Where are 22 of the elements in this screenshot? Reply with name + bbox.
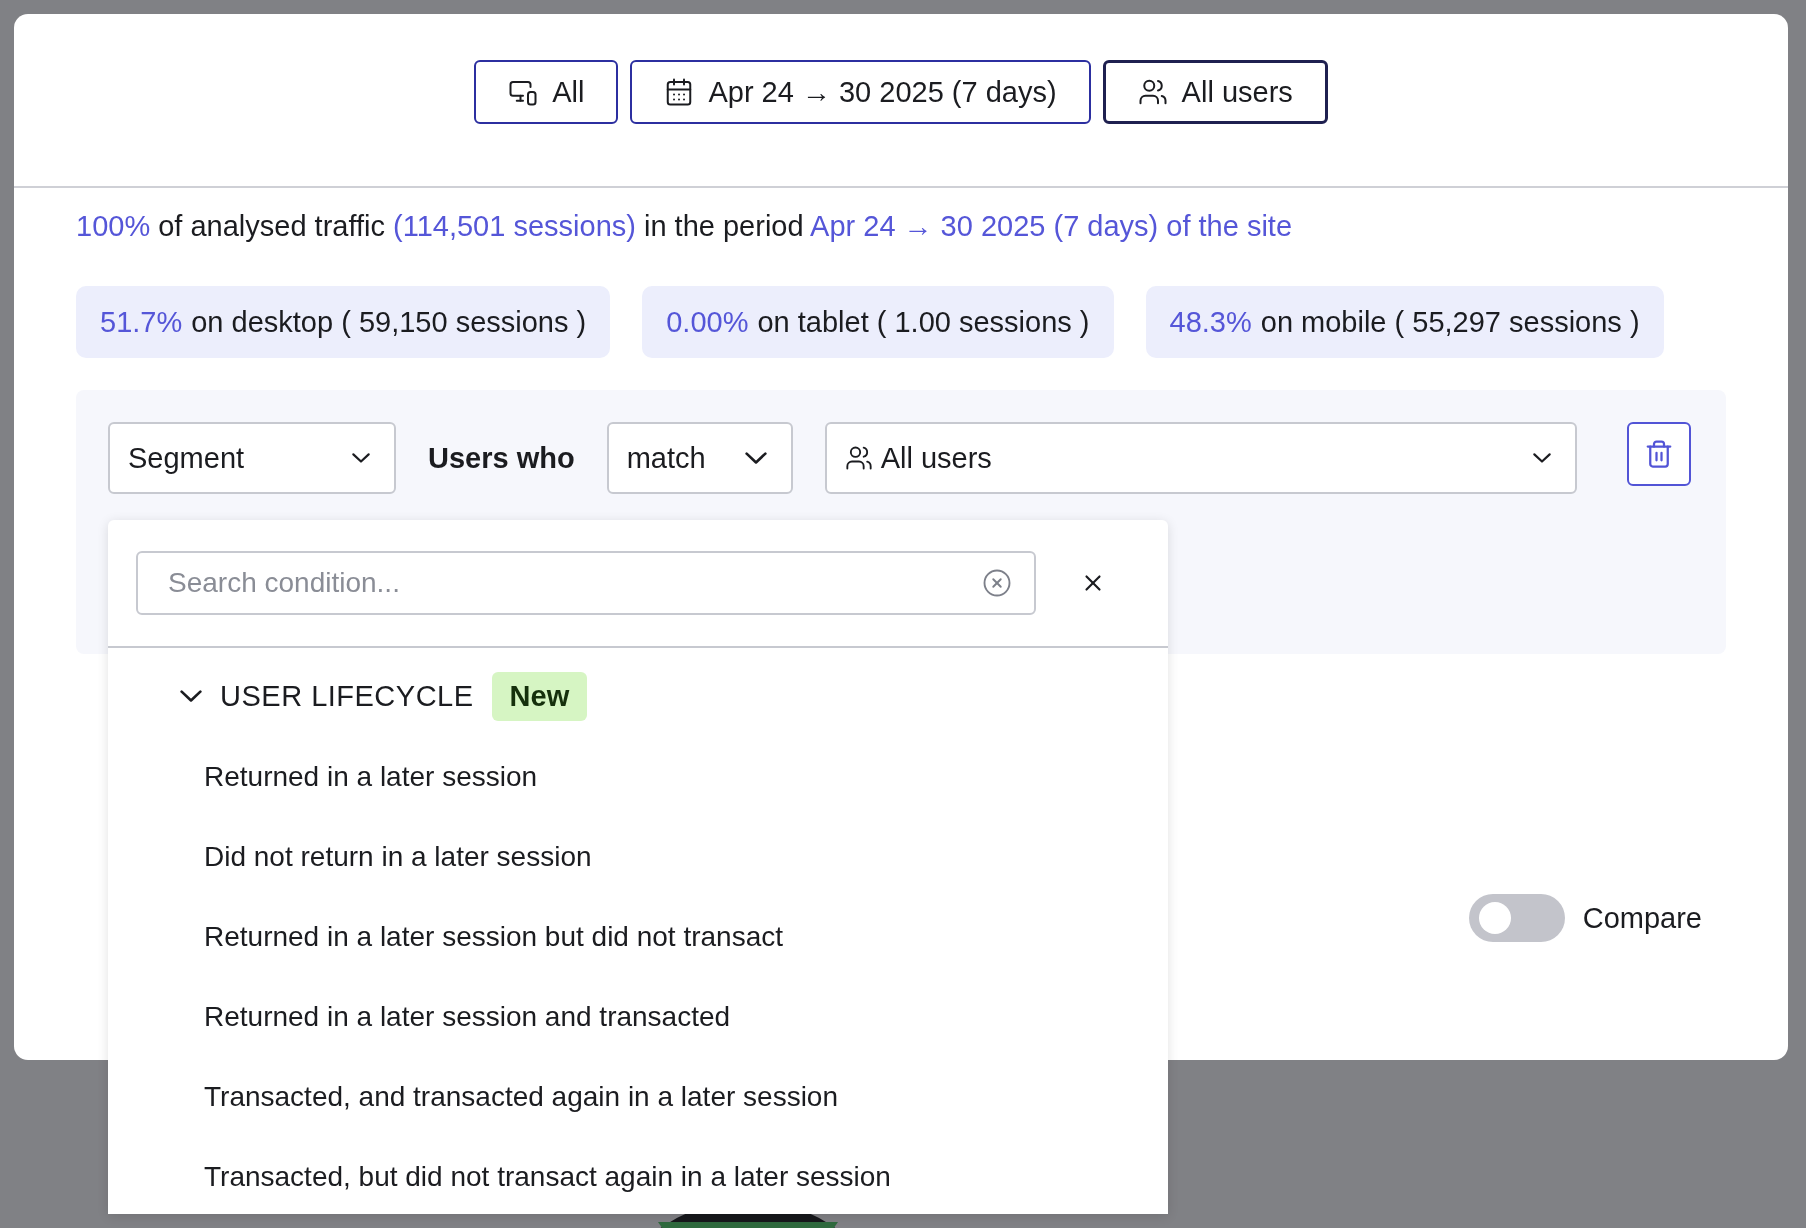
new-badge: New [491,672,588,721]
condition-option[interactable]: Transacted, but did not transact again in a later session [204,1137,1168,1217]
filter-button[interactable]: All users [1102,60,1328,124]
condition-option[interactable]: Returned in a later session [204,737,1168,817]
device-share-card: 48.3% on mobile ( 55,297 sessions ) [1145,286,1664,358]
segment-select[interactable]: Segment [108,422,396,494]
operator-select[interactable]: match [606,422,793,494]
compare-label: Compare [1582,901,1702,935]
users-select[interactable]: All users [824,422,1577,494]
group-header[interactable]: USER LIFECYCLE New [180,672,588,721]
condition-option[interactable]: Did not return in a later session [204,817,1168,897]
traffic-summary: 100% of analysed traffic (114,501 sessions) in the period Apr 24 → 30 2025 (7 days) of the site [76,209,1294,244]
search-field[interactable]: Search condition... [136,551,1036,615]
condition-option[interactable]: Returned in a later session and transacted [204,977,1168,1057]
connector-label: Users who [428,440,575,476]
group-label: USER LIFECYCLE [220,680,474,713]
device-share-card: 0.00% on tablet ( 1.00 sessions ) [642,286,1114,358]
device-share-card: 51.7% on desktop ( 59,150 sessions ) [76,286,611,358]
filter-button[interactable]: Apr 24 → 30 2025 (7 days) [630,60,1091,124]
filter-button[interactable]: All [474,60,619,124]
condition-option[interactable]: Returned in a later session but did not transact [204,897,1168,977]
condition-option[interactable]: Transacted, and transacted again in a later session [204,1057,1168,1137]
